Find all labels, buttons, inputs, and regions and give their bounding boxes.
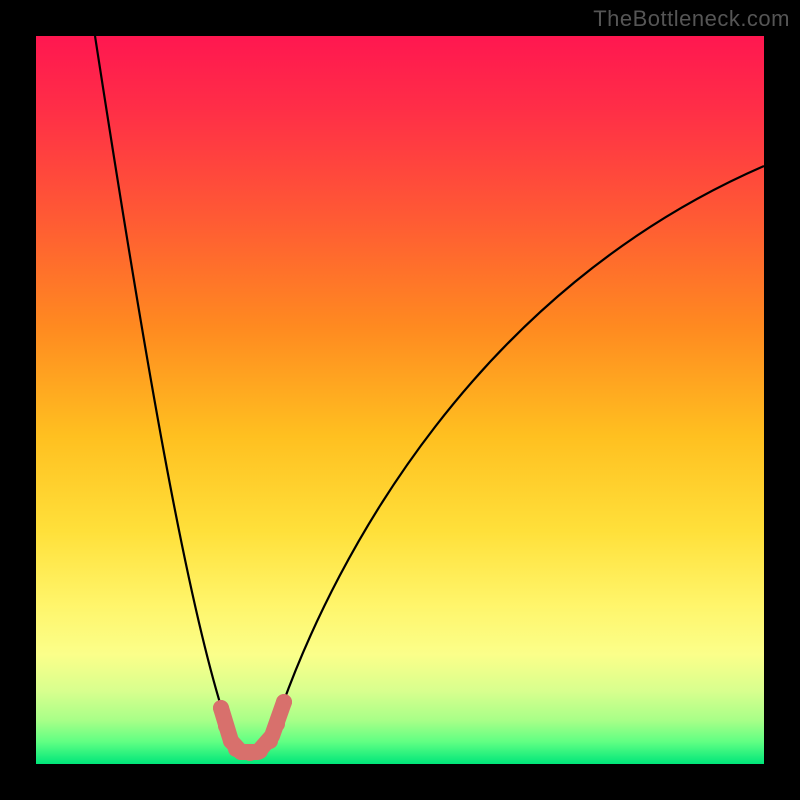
highlight-dot	[213, 700, 229, 716]
gradient-rect	[36, 36, 764, 764]
plot-svg	[36, 36, 764, 764]
highlight-dot	[218, 718, 234, 734]
highlight-dot	[262, 733, 278, 749]
highlight-dot	[269, 716, 285, 732]
attribution-label: TheBottleneck.com	[593, 6, 790, 32]
highlight-dot	[276, 694, 292, 710]
plot-area	[36, 36, 764, 764]
chart-frame: TheBottleneck.com	[0, 0, 800, 800]
